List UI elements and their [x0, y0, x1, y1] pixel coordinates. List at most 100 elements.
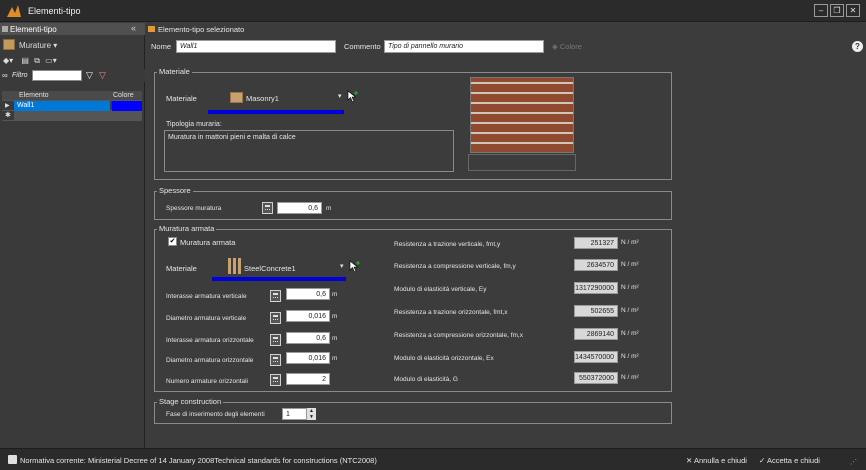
- x-icon: ✕: [686, 456, 693, 465]
- main-panel: Elemento-tipo selezionato Nome Wall1 Com…: [146, 23, 866, 448]
- armata-checkbox[interactable]: ✔: [168, 237, 177, 246]
- table-row[interactable]: ▶ Wall1: [2, 101, 142, 111]
- comment-input[interactable]: Tipo di pannello murario: [384, 40, 544, 53]
- calculator-icon[interactable]: [270, 312, 281, 324]
- left-panel: Elementi-tipo « Murature ▾ ◆▾ ▤ ⧉ ▭▾ ∞ F…: [0, 23, 145, 448]
- trazione-verticale-unit: N / m²: [621, 239, 639, 246]
- color-button-label: Colore: [559, 42, 582, 51]
- diametro-verticale-input[interactable]: 0,016: [286, 310, 330, 322]
- element-color-cell[interactable]: [112, 101, 142, 111]
- spessore-unit: m: [326, 205, 332, 212]
- column-header-element: Elemento: [19, 92, 49, 99]
- elasticita-verticale-unit: N / m²: [621, 284, 639, 291]
- chevron-down-icon[interactable]: ▾: [340, 262, 344, 270]
- cancel-button[interactable]: ✕ Annulla e chiudi: [686, 456, 747, 465]
- spessore-label: Spessore muratura: [166, 205, 222, 212]
- collapse-icon[interactable]: «: [131, 23, 136, 33]
- calculator-icon[interactable]: [270, 374, 281, 386]
- copy-icon[interactable]: ⧉: [34, 56, 40, 65]
- diametro-verticale-unit: m: [332, 313, 338, 320]
- pick-cursor-icon[interactable]: [347, 90, 358, 103]
- elasticita-orizzontale-unit: N / m²: [621, 353, 639, 360]
- comment-label: Commento: [344, 42, 381, 51]
- compressione-verticale-label: Resistenza a compressione verticale, fm,…: [394, 263, 516, 270]
- elements-table: Elemento Colore ▶ Wall1 ✱: [2, 91, 142, 121]
- table-header: Elemento Colore: [2, 91, 142, 101]
- elasticita-g-value: 550372000: [574, 372, 618, 384]
- clear-filter-icon[interactable]: ▽: [99, 70, 106, 81]
- masonry-material-icon: [230, 92, 243, 103]
- material-preview-image: [470, 77, 574, 153]
- main-panel-header: Elemento-tipo selezionato: [146, 23, 866, 35]
- armata-material-label: Materiale: [166, 264, 197, 273]
- elasticita-g-label: Modulo di elasticità, G: [394, 376, 458, 383]
- add-element-icon[interactable]: ◆▾: [3, 56, 13, 65]
- toolbar-row: ◆▾ ▤ ⧉ ▭▾: [3, 56, 57, 66]
- chevron-down-icon[interactable]: ▾: [338, 92, 342, 100]
- filter-input[interactable]: [32, 70, 82, 81]
- interasse-orizzontale-label: Interasse armatura orizzontale: [166, 337, 254, 344]
- stage-label: Fase di inserimento degli elementi: [166, 411, 265, 418]
- materiale-group-title: Materiale: [157, 67, 192, 76]
- compressione-verticale-value: 2634570: [574, 259, 618, 271]
- trazione-verticale-label: Resistenza a trazione verticale, fmt,y: [394, 241, 501, 248]
- name-input[interactable]: Wall1: [176, 40, 336, 53]
- pick-cursor-icon[interactable]: [349, 260, 360, 273]
- numero-armature-input[interactable]: 2: [286, 373, 330, 385]
- trazione-orizzontale-unit: N / m²: [621, 307, 639, 314]
- calculator-icon[interactable]: [270, 290, 281, 302]
- material-selector[interactable]: Murature ▾: [19, 41, 57, 50]
- tipologia-textarea[interactable]: Muratura in mattoni pieni e malta di cal…: [164, 130, 454, 172]
- row-indicator-header: [2, 91, 14, 101]
- check-icon: ✓: [759, 456, 766, 465]
- element-name-cell[interactable]: Wall1: [14, 101, 110, 111]
- armata-material-value[interactable]: SteelConcrete1: [244, 264, 296, 273]
- calculator-icon[interactable]: [262, 202, 273, 214]
- minimize-icon[interactable]: –: [814, 4, 828, 17]
- spessore-input[interactable]: 0,6: [277, 202, 322, 214]
- normativa-icon: [8, 455, 17, 464]
- material-value[interactable]: Masonry1: [246, 94, 279, 103]
- calculator-icon[interactable]: [270, 354, 281, 366]
- trazione-orizzontale-value: 502655: [574, 305, 618, 317]
- compressione-orizzontale-unit: N / m²: [621, 330, 639, 337]
- stage-group-title: Stage construction: [157, 397, 224, 406]
- compressione-orizzontale-label: Resistenza a compressione orizzontale, f…: [394, 332, 523, 339]
- main-panel-title: Elemento-tipo selezionato: [158, 25, 245, 34]
- left-panel-title: Elementi-tipo: [10, 25, 57, 34]
- interasse-orizzontale-input[interactable]: 0,6: [286, 332, 330, 344]
- calculator-icon[interactable]: [270, 334, 281, 346]
- diametro-orizzontale-input[interactable]: 0,016: [286, 352, 330, 364]
- new-row-cell[interactable]: [14, 111, 142, 121]
- interasse-verticale-input[interactable]: 0,6: [286, 288, 330, 300]
- armata-checkbox-label: Muratura armata: [180, 238, 236, 247]
- interasse-orizzontale-unit: m: [332, 335, 338, 342]
- restore-icon[interactable]: ❐: [830, 4, 844, 17]
- elasticita-orizzontale-value: 1434570000: [574, 351, 618, 363]
- help-icon[interactable]: ?: [852, 41, 863, 52]
- element-type-icon: [148, 26, 155, 32]
- spinner-arrows-icon[interactable]: ▲ ▼: [306, 408, 316, 420]
- elasticita-g-unit: N / m²: [621, 374, 639, 381]
- accept-button[interactable]: ✓ Accetta e chiudi: [759, 456, 820, 465]
- interasse-verticale-label: Interasse armatura verticale: [166, 293, 247, 300]
- bucket-icon: ◈: [552, 42, 558, 51]
- new-row[interactable]: ✱: [2, 111, 142, 121]
- resize-grip-icon[interactable]: ⋰: [850, 458, 857, 466]
- close-icon[interactable]: ✕: [846, 4, 860, 17]
- compressione-verticale-unit: N / m²: [621, 261, 639, 268]
- color-button[interactable]: ◈ Colore: [552, 42, 582, 51]
- new-row-icon: ✱: [5, 112, 11, 119]
- normativa-label: Normativa corrente:: [20, 456, 86, 465]
- trazione-verticale-value: 251327: [574, 237, 618, 249]
- column-header-color: Colore: [113, 92, 134, 99]
- material-preview-caption: [468, 154, 576, 171]
- armata-group-title: Muratura armata: [157, 224, 217, 233]
- spessore-group-title: Spessore: [157, 186, 193, 195]
- accept-button-label: Accetta e chiudi: [766, 456, 820, 465]
- filter-icon[interactable]: ▽: [86, 70, 93, 81]
- delete-icon[interactable]: ▤: [21, 56, 29, 65]
- material-color-bar: [208, 110, 344, 114]
- cancel-button-label: Annulla e chiudi: [693, 456, 747, 465]
- paste-icon[interactable]: ▭▾: [45, 56, 57, 65]
